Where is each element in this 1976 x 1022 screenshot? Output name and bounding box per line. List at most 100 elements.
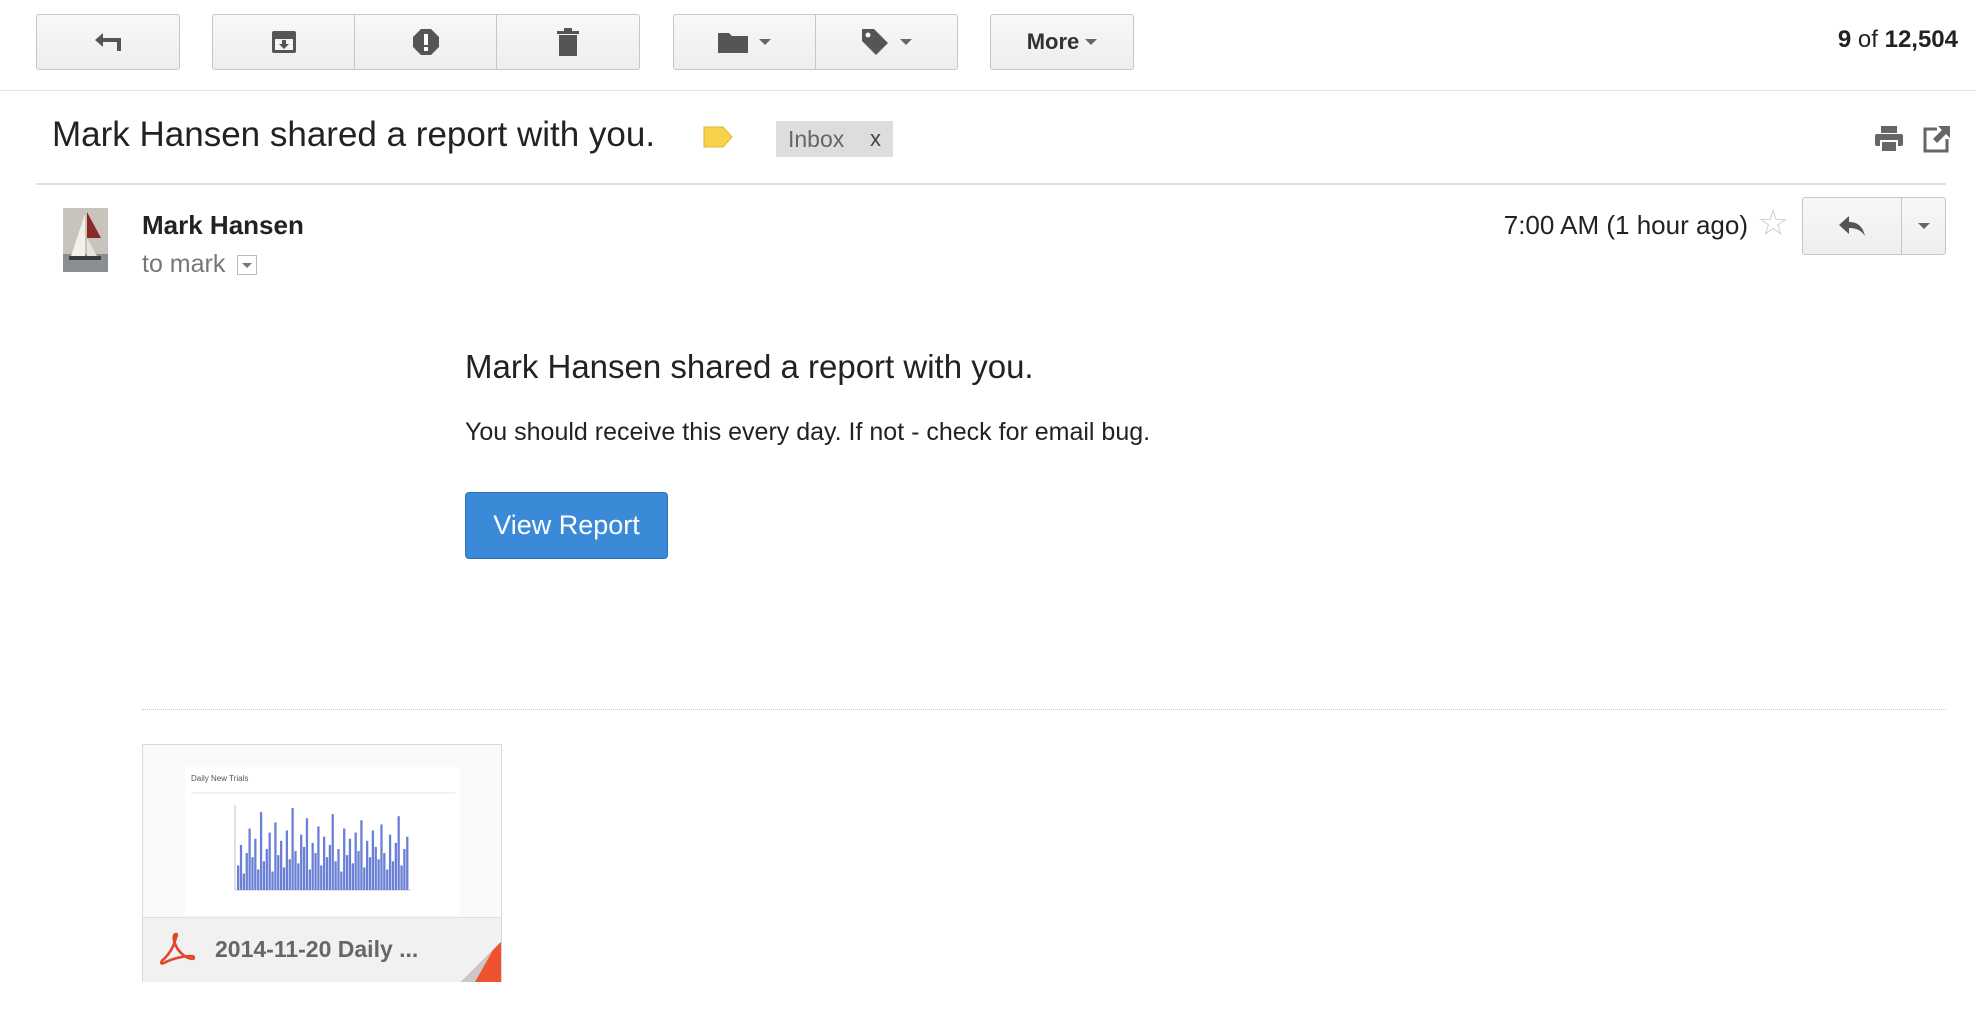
thumbnail-bar <box>337 849 340 890</box>
chevron-down-icon <box>900 39 913 45</box>
thumbnail-bar <box>268 832 271 890</box>
attachment-divider <box>142 709 1946 710</box>
thumbnail-bar <box>325 857 329 890</box>
thumbnail-bar <box>311 842 314 890</box>
thumbnail-bar <box>371 830 375 890</box>
email-subject: Mark Hansen shared a report with you. <box>52 115 656 154</box>
thumbnail-bar <box>394 842 397 890</box>
open-in-new-window-icon[interactable] <box>1923 125 1951 153</box>
thumbnail-bar <box>386 869 389 890</box>
inbox-label: Inbox <box>788 125 845 152</box>
thumbnail-bar <box>345 855 349 890</box>
inbox-label-chip: Inbox x <box>776 121 893 157</box>
thumbnail-bar <box>291 808 294 890</box>
thumbnail-bar <box>265 849 268 890</box>
thumbnail-bar <box>305 818 309 890</box>
remove-label-button[interactable]: x <box>870 126 881 152</box>
report-chart-thumbnail: Daily New Trials <box>185 767 460 915</box>
thumbnail-bar <box>348 838 352 890</box>
thumbnail-bar <box>317 826 320 890</box>
thumbnail-bar <box>354 832 357 890</box>
spam-icon <box>412 29 439 55</box>
thumbnail-bar <box>374 846 377 890</box>
archive-button[interactable] <box>213 15 355 69</box>
pdf-icon <box>160 932 195 965</box>
thumbnail-bar <box>254 838 257 890</box>
recipient-line: to mark <box>142 250 258 279</box>
pagination-total: 12,504 <box>1884 26 1958 53</box>
thumbnail-bar <box>237 865 240 890</box>
thumbnail-bar <box>271 871 274 890</box>
star-icon[interactable]: ☆ <box>1757 203 1789 243</box>
archive-icon <box>271 31 296 53</box>
importance-label-icon[interactable] <box>703 126 733 148</box>
body-heading: Mark Hansen shared a report with you. <box>465 348 1034 385</box>
reply-icon <box>1839 216 1865 236</box>
back-button[interactable] <box>37 15 179 69</box>
chevron-down-icon <box>759 39 772 45</box>
thumbnail-bar <box>239 844 243 890</box>
reply-button-group <box>1802 197 1946 255</box>
thumbnail-bar <box>245 853 248 890</box>
thumbnail-bar <box>262 861 266 890</box>
thumbnail-bar <box>331 814 334 890</box>
thumbnail-bar <box>357 851 360 890</box>
attachment-thumbnail: Daily New Trials <box>143 745 501 917</box>
show-details-button[interactable] <box>237 254 258 275</box>
more-button[interactable]: More <box>991 15 1133 69</box>
thumbnail-bar <box>377 859 380 890</box>
more-label: More <box>1026 29 1080 54</box>
thumbnail-bar <box>328 844 332 890</box>
thumbnail-bar <box>400 865 403 890</box>
print-icon[interactable] <box>1874 125 1904 153</box>
thumbnail-bar <box>302 846 306 890</box>
toolbar-divider <box>0 90 1976 91</box>
view-report-button[interactable]: View Report <box>465 492 668 559</box>
sender-name[interactable]: Mark Hansen <box>142 210 304 241</box>
tag-icon <box>862 29 889 55</box>
trash-icon <box>557 28 579 56</box>
thumbnail-bar <box>360 820 363 890</box>
chevron-down-icon <box>1085 39 1098 45</box>
thumbnail-bar <box>294 851 297 890</box>
avatar[interactable] <box>63 208 108 272</box>
thumbnail-bar <box>403 849 406 890</box>
pagination-current: 9 <box>1837 26 1852 53</box>
chevron-down-icon <box>1917 223 1930 229</box>
reply-button[interactable] <box>1803 198 1902 254</box>
thumbnail-bar <box>280 840 283 890</box>
thumbnail-bar <box>248 828 251 890</box>
thumbnail-bar <box>320 865 323 890</box>
thumbnail-bar <box>300 834 303 890</box>
more-group: More <box>990 14 1134 70</box>
thumbnail-bar <box>368 857 372 890</box>
back-group <box>36 14 180 70</box>
report-spam-button[interactable] <box>355 15 497 69</box>
message-time: 7:00 AM (1 hour ago) <box>1503 210 1748 240</box>
thumbnail-bar <box>343 828 346 890</box>
recipient-text: to mark <box>142 250 226 278</box>
thumbnail-bar <box>259 812 263 890</box>
thumbnail-bar <box>383 853 386 890</box>
labels-button[interactable] <box>816 15 958 69</box>
thumbnail-bar <box>323 836 326 890</box>
thumbnail-bar <box>308 869 311 890</box>
back-arrow-icon <box>95 33 121 51</box>
thumbnail-bar <box>242 873 246 890</box>
move-to-button[interactable] <box>674 15 816 69</box>
body-text: You should receive this every day. If no… <box>465 418 1151 446</box>
organize-group <box>673 14 958 70</box>
page-curl-icon <box>461 942 501 982</box>
thumbnail-bar <box>285 830 289 890</box>
thumbnail-bar <box>391 861 395 890</box>
thumbnail-bar <box>380 824 383 890</box>
attachment-card[interactable]: Daily New Trials 2014-11-20 Daily ... <box>142 744 502 982</box>
more-actions-button[interactable] <box>1902 198 1945 254</box>
thumbnail-bar <box>406 836 409 890</box>
thumbnail-bar <box>274 822 277 890</box>
thumbnail-bar <box>388 834 392 890</box>
thumbnail-bar <box>334 861 337 890</box>
pagination-of: of <box>1857 26 1878 53</box>
thumbnail-bar <box>351 863 354 890</box>
delete-button[interactable] <box>497 15 639 69</box>
